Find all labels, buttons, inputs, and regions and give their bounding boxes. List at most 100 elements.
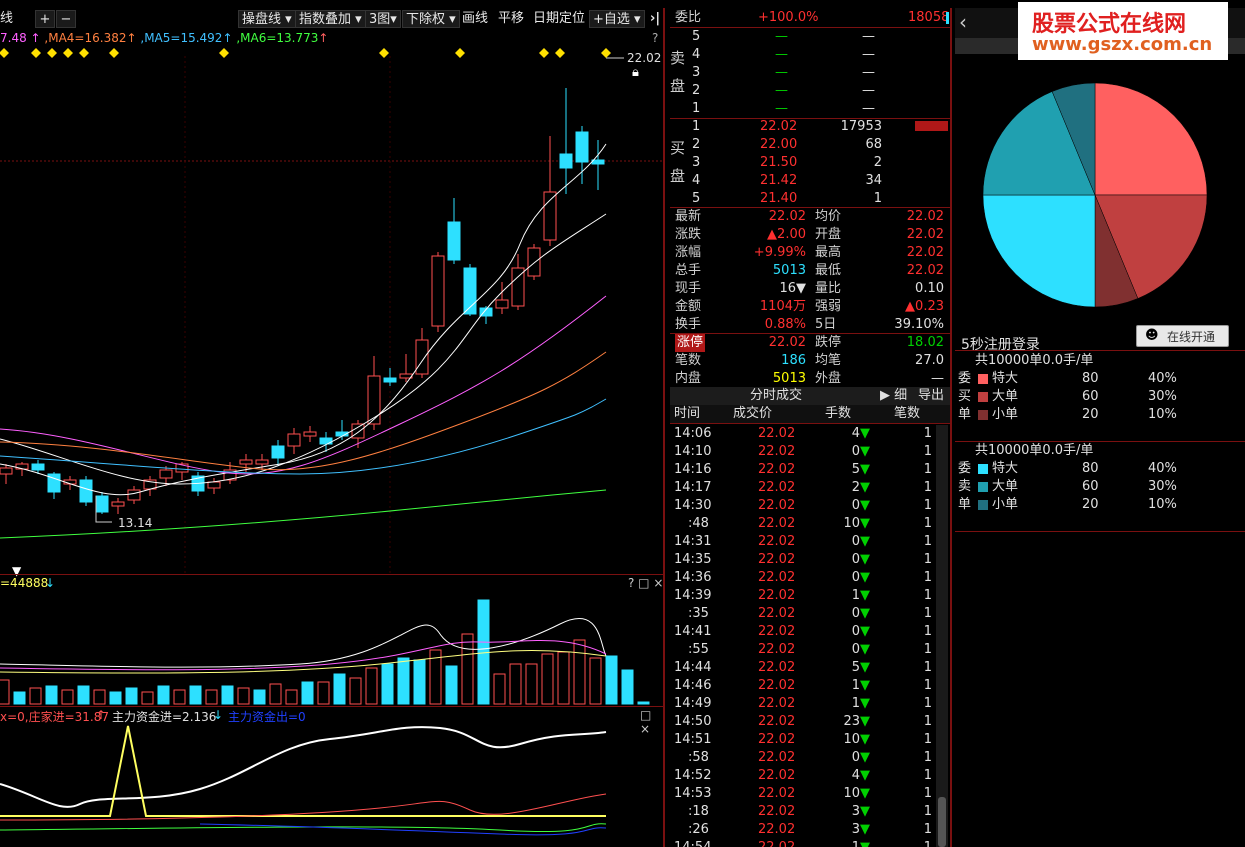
group-side-char: 委	[958, 371, 972, 386]
trade-time: :26	[688, 822, 709, 837]
divider	[670, 118, 950, 119]
trade-row[interactable]: :35 22.02 0▼ 1	[670, 605, 936, 623]
trade-volume: 4▼	[852, 425, 870, 443]
ma-arrow-icon: ↑	[318, 31, 329, 45]
down-arrow-icon: ▼	[860, 588, 870, 603]
buy-level-number: 3	[692, 155, 701, 170]
trade-row[interactable]: 14:46 22.02 1▼ 1	[670, 677, 936, 695]
trade-volume: 1▼	[852, 839, 870, 847]
trade-row[interactable]: :18 22.02 3▼ 1	[670, 803, 936, 821]
trade-time: 14:31	[674, 534, 712, 549]
trade-volume: 5▼	[852, 659, 870, 677]
trade-count: 1	[923, 606, 932, 621]
trade-row[interactable]: :48 22.02 10▼ 1	[670, 515, 936, 533]
volume-bar	[637, 701, 650, 705]
signal-diamond-icon	[0, 48, 9, 58]
trade-row[interactable]: 14:17 22.02 2▼ 1	[670, 479, 936, 497]
trade-row[interactable]: 14:44 22.02 5▼ 1	[670, 659, 936, 677]
ma-arrow-icon: ↑	[222, 31, 233, 45]
order-size-count: 60	[1082, 389, 1099, 404]
group-side-char: 委	[958, 461, 972, 476]
trade-row[interactable]: 14:52 22.02 4▼ 1	[670, 767, 936, 785]
trades-scrollbar[interactable]	[936, 425, 948, 847]
pie-slice-3	[982, 194, 1096, 308]
trade-row[interactable]: 14:06 22.02 4▼ 1	[670, 425, 936, 443]
signal-diamond-icon	[47, 48, 57, 58]
candle-body	[95, 495, 109, 513]
trade-time: :48	[688, 516, 709, 531]
volume-bar	[397, 657, 410, 705]
trades-scrollbar-thumb[interactable]	[938, 797, 946, 847]
trade-row[interactable]: :58 22.02 0▼ 1	[670, 749, 936, 767]
index-overlay-button[interactable]: 指数叠加 ▾	[295, 10, 366, 28]
trade-volume-value: 2	[851, 480, 860, 495]
volume-bar	[541, 653, 554, 705]
zoom-in-button[interactable]: +	[35, 10, 55, 28]
volume-bar	[269, 683, 282, 705]
trade-volume-value: 0	[851, 642, 860, 657]
trade-row[interactable]: 14:16 22.02 5▼ 1	[670, 461, 936, 479]
register-link[interactable]: 5秒注册登录	[961, 334, 1040, 354]
indicator-panel-controls[interactable]: □ ×	[640, 708, 665, 736]
down-arrow-icon: ▼	[860, 534, 870, 549]
order-size-pct: 40%	[1148, 461, 1177, 476]
operate-line-button[interactable]: 操盘线 ▾	[238, 10, 296, 28]
trade-volume-value: 0	[851, 498, 860, 513]
trade-price: 22.02	[758, 444, 796, 459]
online-open-button[interactable]: ☻ 在线开通	[1136, 325, 1229, 347]
ex-rights-button[interactable]: 下除权 ▾	[402, 10, 460, 28]
trade-row[interactable]: 14:30 22.02 0▼ 1	[670, 497, 936, 515]
signal-diamond-icon	[219, 48, 229, 58]
stat-label: 开盘	[815, 227, 842, 242]
kline-chart-area[interactable]: 线 + − 操盘线 ▾ 指数叠加 ▾ 3图▾ 下除权 ▾ 画线 平移 日期定位 …	[0, 0, 665, 847]
draw-line-button[interactable]: 画线	[462, 10, 488, 28]
trade-row[interactable]: :55 22.02 0▼ 1	[670, 641, 936, 659]
back-arrow-icon[interactable]: ‹	[959, 10, 967, 34]
trade-price: 22.02	[758, 480, 796, 495]
trade-row[interactable]: 14:51 22.02 10▼ 1	[670, 731, 936, 749]
pan-button[interactable]: 平移	[498, 10, 524, 28]
group-side-char: 单	[958, 497, 972, 512]
period-label[interactable]: 线	[0, 10, 13, 28]
trade-row[interactable]: 14:10 22.02 0▼ 1	[670, 443, 936, 461]
trade-volume-value: 0	[851, 606, 860, 621]
buy-level-price: 22.00	[760, 137, 798, 152]
order-size-count: 20	[1082, 497, 1099, 512]
trade-volume: 10▼	[843, 515, 870, 533]
trade-row[interactable]: 14:41 22.02 0▼ 1	[670, 623, 936, 641]
three-chart-button[interactable]: 3图▾	[365, 10, 401, 28]
add-watchlist-button[interactable]: +自选 ▾	[589, 10, 645, 28]
help-icon[interactable]: ?	[652, 31, 658, 45]
trade-price: 22.02	[758, 552, 796, 567]
lock-icon[interactable]: 🔒︎	[632, 65, 639, 80]
stat-label: 最低	[815, 263, 842, 278]
trade-row[interactable]: 14:49 22.02 1▼ 1	[670, 695, 936, 713]
down-arrow-icon: ▼	[860, 678, 870, 693]
volume-bar	[413, 659, 426, 705]
trade-row[interactable]: 14:36 22.02 0▼ 1	[670, 569, 936, 587]
trade-row[interactable]: 14:5422.021▼1	[670, 839, 936, 847]
date-locate-button[interactable]: 日期定位	[533, 10, 585, 28]
trade-row[interactable]: 14:39 22.02 1▼ 1	[670, 587, 936, 605]
trade-row[interactable]: 14:50 22.02 23▼ 1	[670, 713, 936, 731]
signal-diamond-icon	[79, 48, 89, 58]
detail-button[interactable]: ▶ 细	[880, 387, 907, 405]
export-button[interactable]: 导出	[918, 387, 944, 405]
zoom-out-button[interactable]: −	[56, 10, 76, 28]
trade-row[interactable]: 14:53 22.02 10▼ 1	[670, 785, 936, 803]
collapse-panel-icon[interactable]: ›|	[650, 10, 660, 28]
trade-row[interactable]: 14:31 22.02 0▼ 1	[670, 533, 936, 551]
stat-value: 1104万	[759, 299, 806, 314]
trades-list[interactable]: 14:06 22.02 4▼ 1 14:10 22.02 0▼ 1 14:16 22.02 5▼ 1 1…	[670, 425, 936, 847]
indicator-yellow-line	[0, 725, 606, 817]
trade-count: 1	[923, 822, 932, 837]
volume-panel-controls[interactable]: ? □ ×	[628, 576, 663, 590]
trade-time: 14:50	[674, 714, 712, 729]
order-size-name: 小单	[992, 407, 1019, 422]
signal-diamond-icon	[31, 48, 41, 58]
order-size-name: 大单	[992, 479, 1019, 494]
trade-row[interactable]: 14:35 22.02 0▼ 1	[670, 551, 936, 569]
trade-row[interactable]: :26 22.02 3▼ 1	[670, 821, 936, 839]
ma-line-3	[0, 295, 607, 475]
sell-level-volume: —	[862, 65, 875, 80]
